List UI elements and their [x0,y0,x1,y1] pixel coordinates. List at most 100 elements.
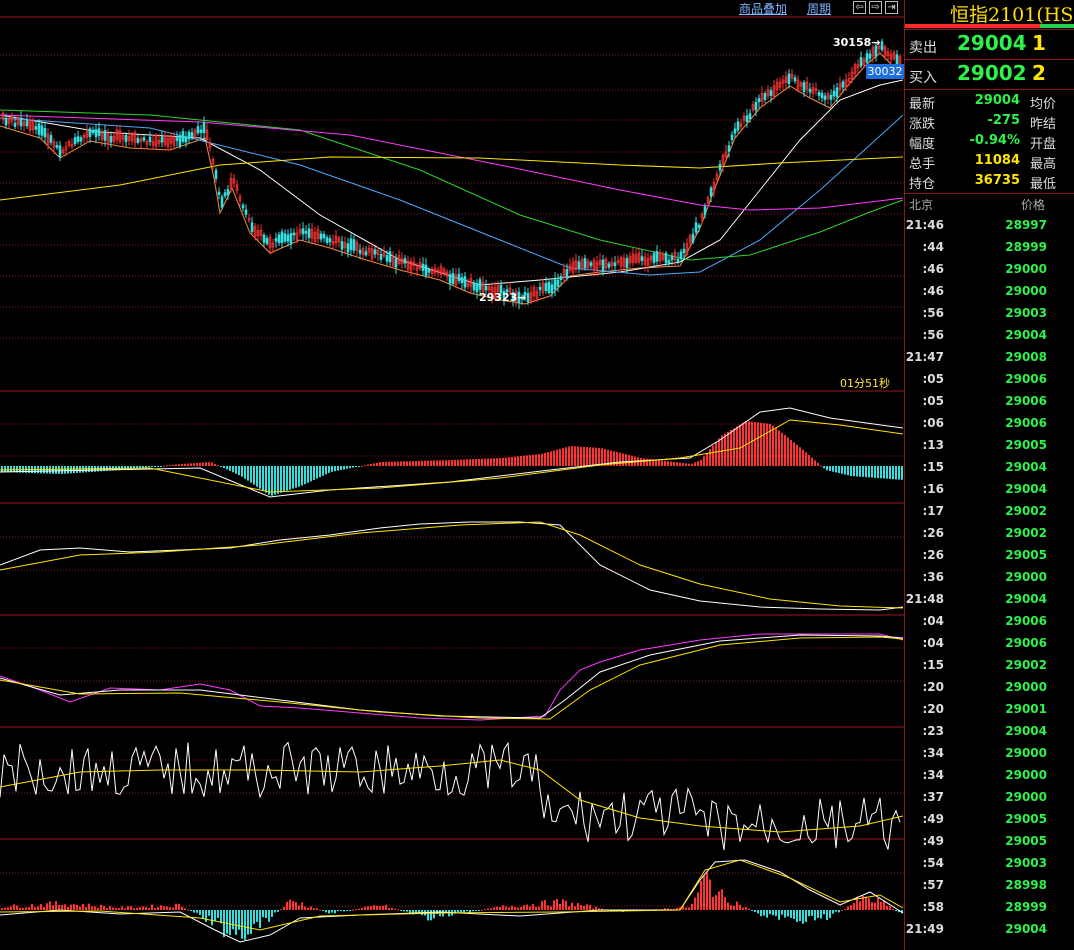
vol-osc-bar [514,906,516,910]
tick-row[interactable]: :49 29005 [905,808,1074,830]
vol-osc-bar [793,910,795,920]
macd-bar [313,466,315,480]
tick-row[interactable]: :16 29004 [905,478,1074,500]
macd-bar [685,463,687,466]
vol-osc-white [0,859,904,943]
tick-row[interactable]: :04 29006 [905,610,1074,632]
candle-body [79,137,83,142]
macd-bar [424,460,426,466]
macd-bar [571,446,573,466]
tick-time: :17 [922,504,945,518]
tick-row[interactable]: :46 29000 [905,280,1074,302]
countdown-label: 01分51秒 [840,377,890,390]
vol-osc-bar [325,910,327,913]
vol-osc-bar [697,892,699,910]
tick-row[interactable]: :34 29000 [905,764,1074,786]
macd-bar [493,458,495,466]
macd-bar [277,466,279,494]
macd-bar [226,466,228,470]
tick-row[interactable]: :04 29006 [905,632,1074,654]
candle-body [463,276,467,288]
tick-row[interactable]: :26 29002 [905,522,1074,544]
macd-bar [181,463,183,466]
high-annotation: 30158→ [833,36,881,49]
tick-row[interactable]: :06 29006 [905,412,1074,434]
vol-osc-bar [193,910,195,913]
tick-row[interactable]: :44 28999 [905,236,1074,258]
tick-row[interactable]: :15 29002 [905,654,1074,676]
tick-row[interactable]: 21:46 28997 [905,214,1074,236]
candle-body [124,134,128,143]
vol-osc-bar [400,910,402,911]
vol-osc-bar [769,910,771,915]
tick-row[interactable]: :20 29001 [905,698,1074,720]
tick-row[interactable]: :13 29005 [905,434,1074,456]
tick-price: 29000 [1005,768,1047,782]
candle-body [829,94,833,100]
macd-bar [820,465,822,467]
macd-bar [418,460,420,466]
nav-left-icon[interactable]: ⇦ [853,1,866,14]
nav-collapse-icon[interactable]: ⇥ [885,1,898,14]
vol-osc-bar [199,910,201,915]
vol-osc-bar [823,910,825,915]
period-link[interactable]: 周期 [807,0,831,17]
overlay-link[interactable]: 商品叠加 [739,0,787,17]
tick-row[interactable]: :15 29004 [905,456,1074,478]
vol-osc-bar [763,910,765,916]
nav-right-icon[interactable]: ⇨ [869,1,882,14]
macd-bar [499,458,501,466]
vol-osc-bar [430,910,432,921]
candle-body [352,239,356,251]
macd-bar [700,460,702,466]
tick-row[interactable]: :05 29006 [905,368,1074,390]
candle-body [187,131,191,140]
sell-volume: 1 [1032,31,1046,55]
macd-bar [319,466,321,478]
vol-osc-bar [151,904,153,910]
tick-row[interactable]: 21:47 29008 [905,346,1074,368]
tick-row[interactable]: :57 28998 [905,874,1074,896]
candle-body [286,234,290,242]
macd-bar [670,461,672,466]
vol-osc-bar [481,909,483,911]
macd-bar [508,457,510,466]
chart-area[interactable]: 商品叠加 周期 ⇦ ⇨ ⇥ 30158→ 29323→ 30032 01分51秒 [0,0,904,950]
vol-osc-bar [187,909,189,911]
kline-chart[interactable] [0,0,904,950]
tick-row[interactable]: 21:49 29004 [905,918,1074,940]
vol-osc-bar [85,907,87,910]
tick-row[interactable]: :26 29005 [905,544,1074,566]
candle-body [109,136,113,143]
tick-row[interactable]: :54 29003 [905,852,1074,874]
candle-body [319,233,323,240]
tick-row[interactable]: :20 29000 [905,676,1074,698]
macd-bar [853,466,855,477]
vol-osc-bar [826,910,828,921]
macd-bar [595,447,597,466]
tick-row[interactable]: :36 29000 [905,566,1074,588]
candle-body [58,145,62,157]
macd-bar [751,421,753,466]
tick-row[interactable]: :05 29006 [905,390,1074,412]
stat-label: 涨跌 [909,117,936,132]
tick-row[interactable]: :46 29000 [905,258,1074,280]
tick-row[interactable]: :37 29000 [905,786,1074,808]
macd-bar [394,461,396,466]
tick-row[interactable]: :56 29003 [905,302,1074,324]
macd-bar [517,456,519,466]
tick-row[interactable]: :49 29005 [905,830,1074,852]
vol-osc-bar [865,896,867,910]
tick-row[interactable]: :58 28999 [905,896,1074,918]
macd-bar [592,447,594,466]
tick-row[interactable]: :17 29002 [905,500,1074,522]
tick-row[interactable]: :34 29000 [905,742,1074,764]
tick-row[interactable]: 21:48 29004 [905,588,1074,610]
tick-row[interactable]: :23 29004 [905,720,1074,742]
macd-bar [808,455,810,466]
macd-bar [745,421,747,466]
vol-osc-bar [574,906,576,910]
tick-price: 29004 [1005,922,1047,936]
macd-bar [385,461,387,466]
tick-row[interactable]: :56 29004 [905,324,1074,346]
